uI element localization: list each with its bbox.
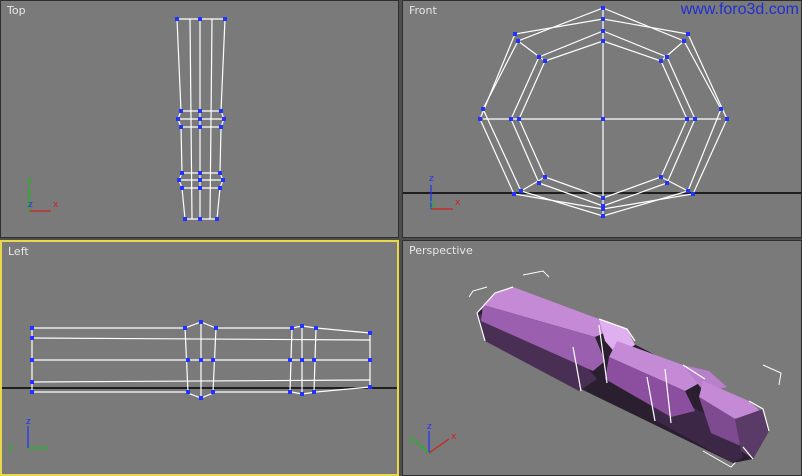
viewport-front[interactable]: Front www.foro3d.com x z y [402, 0, 802, 238]
viewport-perspective[interactable]: Perspective x z y [402, 240, 802, 476]
axis-gizmo-top: x y z [27, 176, 59, 212]
axis-x-label: x [455, 198, 461, 208]
axis-z-label: z [429, 174, 434, 184]
axis-y-label: y [27, 176, 33, 186]
axis-y-label: y [409, 434, 415, 444]
axis-gizmo-left: y z [8, 417, 48, 453]
viewport-top[interactable]: Top x y z [0, 0, 399, 238]
viewport-left[interactable]: Left y z [0, 240, 399, 476]
axis-x-label: x [451, 432, 457, 442]
top-view-wireframe: x y z [27, 17, 227, 221]
perspective-mesh: x z y [409, 270, 782, 468]
left-view-wireframe: y z [2, 320, 397, 453]
axis-y-label: y [8, 443, 14, 453]
axis-z-label: z [26, 417, 31, 427]
front-view-wireframe: x z y [403, 6, 801, 218]
axis-z-label: z [427, 422, 432, 432]
axis-y-label: y [430, 199, 436, 209]
axis-gizmo-front: x z y [429, 174, 461, 210]
axis-x-label: x [53, 200, 59, 210]
axis-z-label: z [28, 200, 33, 210]
axis-gizmo-perspective: x z y [409, 422, 457, 454]
